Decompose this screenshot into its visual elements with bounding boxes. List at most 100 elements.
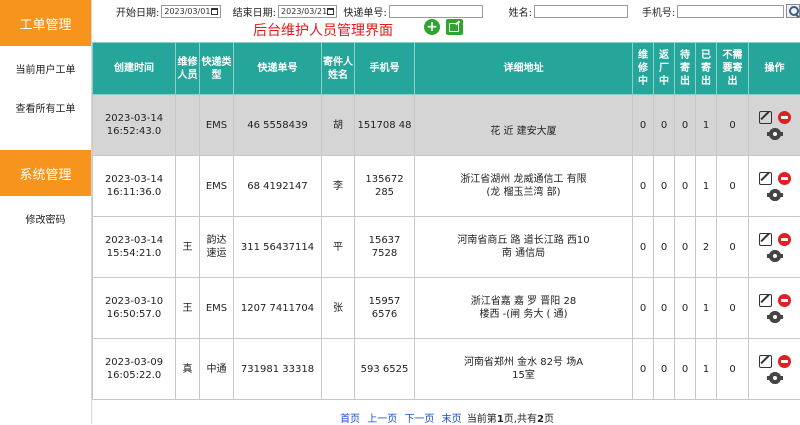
col-no-ship: 不需要寄出 [717,43,749,95]
delete-icon[interactable] [778,294,791,307]
edit-icon[interactable] [759,294,772,307]
created-time: 16:52:43.0 [107,126,161,137]
edit-icon[interactable] [759,355,772,368]
cell-repairing: 0 [633,278,654,339]
phone-input[interactable] [677,5,784,18]
cell-to-ship: 0 [675,217,696,278]
col-actions: 操作 [749,43,800,95]
cell-repair-staff [176,156,200,217]
sidebar-item-current-user-tickets[interactable]: 当前用户工单 [0,46,91,90]
edit-icon[interactable] [759,111,772,124]
cell-to-ship: 0 [675,278,696,339]
page-status-prefix: 当前第 [467,414,497,425]
page-status-mid: 页,共有 [504,414,537,425]
gear-icon[interactable] [769,128,781,140]
sidebar-item-all-tickets[interactable]: 查看所有工单 [0,90,91,124]
table-row[interactable]: 2023-03-1016:50:57.0 王 EMS 1207 7411704 … [93,278,800,339]
cell-returning: 0 [654,95,675,156]
calendar-icon[interactable] [327,8,334,15]
tracking-number-label: 快递单号: [343,4,386,19]
table-row[interactable]: 2023-03-1416:11:36.0 EMS 68 4192147 李 13… [93,156,800,217]
created-time: 16:50:57.0 [107,309,161,320]
sidebar-item-change-password[interactable]: 修改密码 [0,196,91,240]
cell-repair-staff: 真 [176,339,200,400]
cell-returning: 0 [654,156,675,217]
cell-repairing: 0 [633,217,654,278]
start-date-value: 2023/03/01 [164,7,210,16]
calendar-icon[interactable] [211,8,218,15]
last-page-link[interactable]: 末页 [442,414,462,425]
search-icon[interactable] [786,4,800,18]
delete-icon[interactable] [778,172,791,185]
cell-repairing: 0 [633,156,654,217]
cell-sender-name: 张 [322,278,355,339]
cell-courier-type: 中通 [200,339,234,400]
page-heading: 后台维护人员管理界面 [253,20,393,40]
created-date: 2023-03-14 [105,174,163,185]
ticket-table: 创建时间 维修人员 快递类型 快递单号 寄件人姓名 手机号 详细地址 维修中 返… [92,42,800,400]
delete-icon[interactable] [778,111,791,124]
cell-created-time: 2023-03-0916:05:22.0 [93,339,176,400]
cell-actions [749,278,800,339]
cell-no-ship: 0 [717,156,749,217]
cell-created-time: 2023-03-10 16:50:57.0 [93,278,176,339]
start-date-input[interactable]: 2023/03/01 [161,5,220,18]
next-page-link[interactable]: 下一页 [404,414,434,425]
col-repairing: 维修中 [633,43,654,95]
cell-tracking-number: 311 56437114 [234,217,322,278]
gear-icon[interactable] [769,372,781,384]
end-date-value: 2023/03/21 [281,7,327,16]
cell-tracking-number: 1207 7411704 [234,278,322,339]
sidebar-section-system-management[interactable]: 系统管理 [0,150,91,196]
cell-courier-type: EMS [200,278,234,339]
table-row[interactable]: 2023-03-1416:52:43.0 EMS 46 5558439 胡 15… [93,95,800,156]
cell-address: 花 近 建安大厦 [415,95,633,156]
first-page-link[interactable]: 首页 [340,414,360,425]
table-row[interactable]: 2023-03-1415:54:21.0 王 韵达速运 311 56437114… [93,217,800,278]
end-date-label: 结束日期: [233,4,276,19]
cell-no-ship: 0 [717,217,749,278]
tracking-number-input[interactable] [389,5,483,18]
gear-icon[interactable] [769,250,781,262]
phone-label: 手机号: [642,4,675,19]
delete-icon[interactable] [778,355,791,368]
edit-icon[interactable] [759,172,772,185]
cell-tracking-number: 731981 33318 [234,339,322,400]
cell-returning: 0 [654,278,675,339]
address-line: 浙江省湖州 龙威通信工 有限 [460,174,586,185]
end-date-input[interactable]: 2023/03/21 [278,5,337,18]
cell-phone: 135672 285 [355,156,415,217]
created-date: 2023-03-10 [105,296,163,307]
pagination: 首页 上一页 下一页 末页 当前第1页,共有2页 [92,410,800,425]
prev-page-link[interactable]: 上一页 [367,414,397,425]
created-time: 15:54:21.0 [107,248,161,259]
cell-actions [749,95,800,156]
delete-icon[interactable] [778,233,791,246]
page-status-suffix: 页 [544,414,554,425]
add-button[interactable]: + [424,19,440,35]
address-line: 河南省郑州 金水 82号 场A [464,357,583,368]
cell-sender-name: 平 [322,217,355,278]
cell-sender-name: 胡 [322,95,355,156]
start-date-label: 开始日期: [116,4,159,19]
name-input[interactable] [534,5,628,18]
sidebar-section-ticket-management[interactable]: 工单管理 [0,0,91,46]
cell-actions [749,339,800,400]
gear-icon[interactable] [769,311,781,323]
export-icon[interactable] [446,19,463,35]
address-line: 浙江省嘉 嘉 罗 晋阳 28 [471,296,576,307]
cell-courier-type: EMS [200,156,234,217]
cell-repair-staff [176,95,200,156]
cell-no-ship: 0 [717,278,749,339]
gear-icon[interactable] [769,189,781,201]
created-date: 2023-03-14 [105,113,163,124]
col-repair-staff: 维修人员 [176,43,200,95]
col-returning: 返厂中 [654,43,675,95]
cell-returning: 0 [654,339,675,400]
col-created-time: 创建时间 [93,43,176,95]
edit-icon[interactable] [759,233,772,246]
col-to-ship: 待寄出 [675,43,696,95]
table-row[interactable]: 2023-03-0916:05:22.0 真 中通 731981 33318 5… [93,339,800,400]
address-line: 河南省商丘 路 道长江路 西10 [457,235,589,246]
col-tracking-number: 快递单号 [234,43,322,95]
